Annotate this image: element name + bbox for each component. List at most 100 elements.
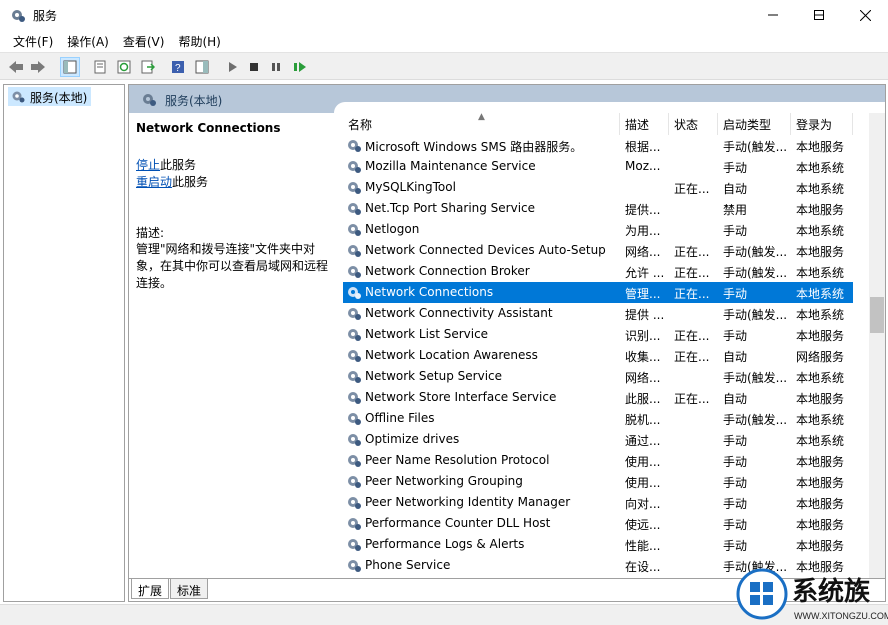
service-description: 提供 ... (625, 308, 665, 322)
service-description: 在设... (625, 560, 661, 574)
service-startup-type: 手动 (723, 329, 748, 343)
service-row[interactable]: Network Connected Devices Auto-Setup 网络..… (343, 240, 853, 261)
vertical-scrollbar[interactable] (869, 113, 885, 578)
toolbar: ? (0, 52, 888, 80)
service-name: Network Store Interface Service (365, 390, 557, 404)
service-logon-as: 本地服务 (796, 497, 845, 511)
service-row[interactable]: Peer Networking Identity Manager 向对... 手动 本… (343, 492, 853, 513)
service-logon-as: 本地服务 (796, 518, 845, 532)
back-button[interactable] (6, 57, 26, 77)
forward-button[interactable] (28, 57, 48, 77)
stop-icon (250, 63, 258, 71)
maximize-button[interactable] (796, 0, 842, 30)
service-row[interactable]: Performance Counter DLL Host 使远... 手动 本地服务 (343, 513, 853, 534)
service-startup-type: 手动 (723, 455, 748, 469)
show-hide-console-tree-button[interactable] (60, 57, 80, 77)
service-logon-as: 本地系统 (796, 224, 845, 238)
service-gear-icon (348, 182, 361, 194)
service-row[interactable]: Network Connection Broker 允许 ... 正在... 手动(触… (343, 261, 853, 282)
service-row[interactable]: Network List Service 识别... 正在... 手动 本地服务 (343, 324, 853, 345)
service-status: 正在... (674, 245, 710, 259)
service-gear-icon (348, 455, 361, 467)
console-tree-icon (63, 60, 77, 74)
service-row[interactable]: Microsoft Windows SMS 路由器服务。 根据... 手动(触发..… (343, 135, 853, 156)
service-row[interactable]: Peer Name Resolution Protocol 使用... 手动 本地服务 (343, 450, 853, 471)
service-name: Peer Networking Grouping (365, 474, 523, 488)
export-list-button[interactable] (138, 57, 158, 77)
service-status: 正在... (674, 350, 710, 364)
service-gear-icon (348, 434, 361, 446)
close-button[interactable] (842, 0, 888, 30)
service-description: 通过... (625, 434, 661, 448)
service-name: Performance Counter DLL Host (365, 516, 551, 530)
service-name: Network Connected Devices Auto-Setup (365, 243, 606, 257)
service-row[interactable]: Offline Files 脱机... 手动(触发... 本地系统 (343, 408, 853, 429)
service-row[interactable]: Network Setup Service 网络... 手动(触发... 本地系统 (343, 366, 853, 387)
service-startup-type: 自动 (723, 392, 748, 406)
service-logon-as: 本地服务 (796, 392, 845, 406)
tree-item-services-local[interactable]: 服务(本地) (8, 87, 92, 106)
service-row[interactable]: Mozilla Maintenance Service Moz... 手动 本地系统 (343, 156, 853, 177)
restart-service-button[interactable] (290, 57, 310, 77)
stop-service-button[interactable] (244, 57, 264, 77)
tab-standard[interactable]: 标准 (170, 579, 209, 599)
restart-icon (294, 62, 306, 72)
service-gear-icon (348, 518, 361, 530)
help-button[interactable]: ? (168, 57, 188, 77)
properties-button[interactable] (90, 57, 110, 77)
service-name: Network Setup Service (365, 369, 503, 383)
service-status: 正在... (674, 287, 710, 301)
service-gear-icon (348, 329, 361, 341)
tab-extended[interactable]: 扩展 (131, 579, 170, 599)
column-header-status[interactable]: 状态 (669, 113, 718, 135)
svg-text:?: ? (175, 63, 181, 74)
service-row[interactable]: Network Location Awareness 收集... 正在... 自动 网络… (343, 345, 853, 366)
tree-item-label: 服务(本地) (30, 91, 88, 105)
service-logon-as: 本地服务 (796, 539, 845, 553)
start-service-button[interactable] (222, 57, 242, 77)
service-name: Optimize drives (365, 432, 460, 446)
service-name: Mozilla Maintenance Service (365, 159, 536, 173)
service-status: 正在... (674, 329, 710, 343)
service-gear-icon (348, 392, 361, 404)
restart-service-link[interactable]: 重启动 (136, 175, 172, 189)
column-header-name[interactable]: 名称 (343, 113, 620, 135)
back-arrow-icon (9, 61, 23, 73)
service-row[interactable]: Performance Logs & Alerts 性能... 手动 本地服务 (343, 534, 853, 555)
service-row[interactable]: Net.Tcp Port Sharing Service 提供... 禁用 本地服务 (343, 198, 853, 219)
restart-link-suffix: 此服务 (172, 175, 209, 189)
services-gear-icon (12, 10, 25, 22)
scrollbar-thumb[interactable] (870, 297, 884, 333)
service-row[interactable]: Network Store Interface Service 此服... 正在..… (343, 387, 853, 408)
column-header-logon-as[interactable]: 登录为 (791, 113, 853, 135)
services-gear-icon (12, 91, 25, 103)
service-row[interactable]: Peer Networking Grouping 使用... 手动 本地服务 (343, 471, 853, 492)
action-pane-button[interactable] (192, 57, 212, 77)
minimize-button-2[interactable] (750, 0, 796, 30)
pause-service-button[interactable] (266, 57, 286, 77)
service-gear-icon (348, 266, 361, 278)
service-gear-icon (348, 224, 361, 236)
watermark-logo: 系统族 WWW.XITONGZU.COM (736, 568, 888, 621)
service-gear-icon (348, 371, 361, 383)
menu-view[interactable]: 查看(V) (116, 30, 172, 52)
window-title: 服务 (33, 9, 58, 23)
service-row[interactable]: MySQLKingTool 正在... 自动 本地系统 (343, 177, 853, 198)
service-startup-type: 手动(触发... (723, 245, 788, 259)
service-row[interactable]: Optimize drives 通过... 手动 本地系统 (343, 429, 853, 450)
service-startup-type: 手动(触发... (723, 140, 788, 154)
service-row[interactable]: Network Connectivity Assistant 提供 ... 手动(触… (343, 303, 853, 324)
refresh-button[interactable] (114, 57, 134, 77)
services-list[interactable]: ▲ 名称 描述 状态 启动类型 登录为 Microsoft Windows SM… (343, 113, 869, 578)
help-icon: ? (172, 61, 184, 74)
column-header-startup-type[interactable]: 启动类型 (718, 113, 791, 135)
forward-arrow-icon (31, 61, 45, 73)
menu-help[interactable]: 帮助(H) (171, 30, 227, 52)
menu-file[interactable]: 文件(F) (6, 30, 60, 52)
service-row[interactable]: Netlogon 为用... 手动 本地系统 (343, 219, 853, 240)
stop-service-link[interactable]: 停止 (136, 158, 160, 172)
service-row[interactable]: Network Connections 管理... 正在... 手动 本地系统 (343, 282, 853, 303)
action-pane-icon (195, 60, 209, 74)
column-header-description[interactable]: 描述 (620, 113, 669, 135)
menu-action[interactable]: 操作(A) (60, 30, 116, 52)
